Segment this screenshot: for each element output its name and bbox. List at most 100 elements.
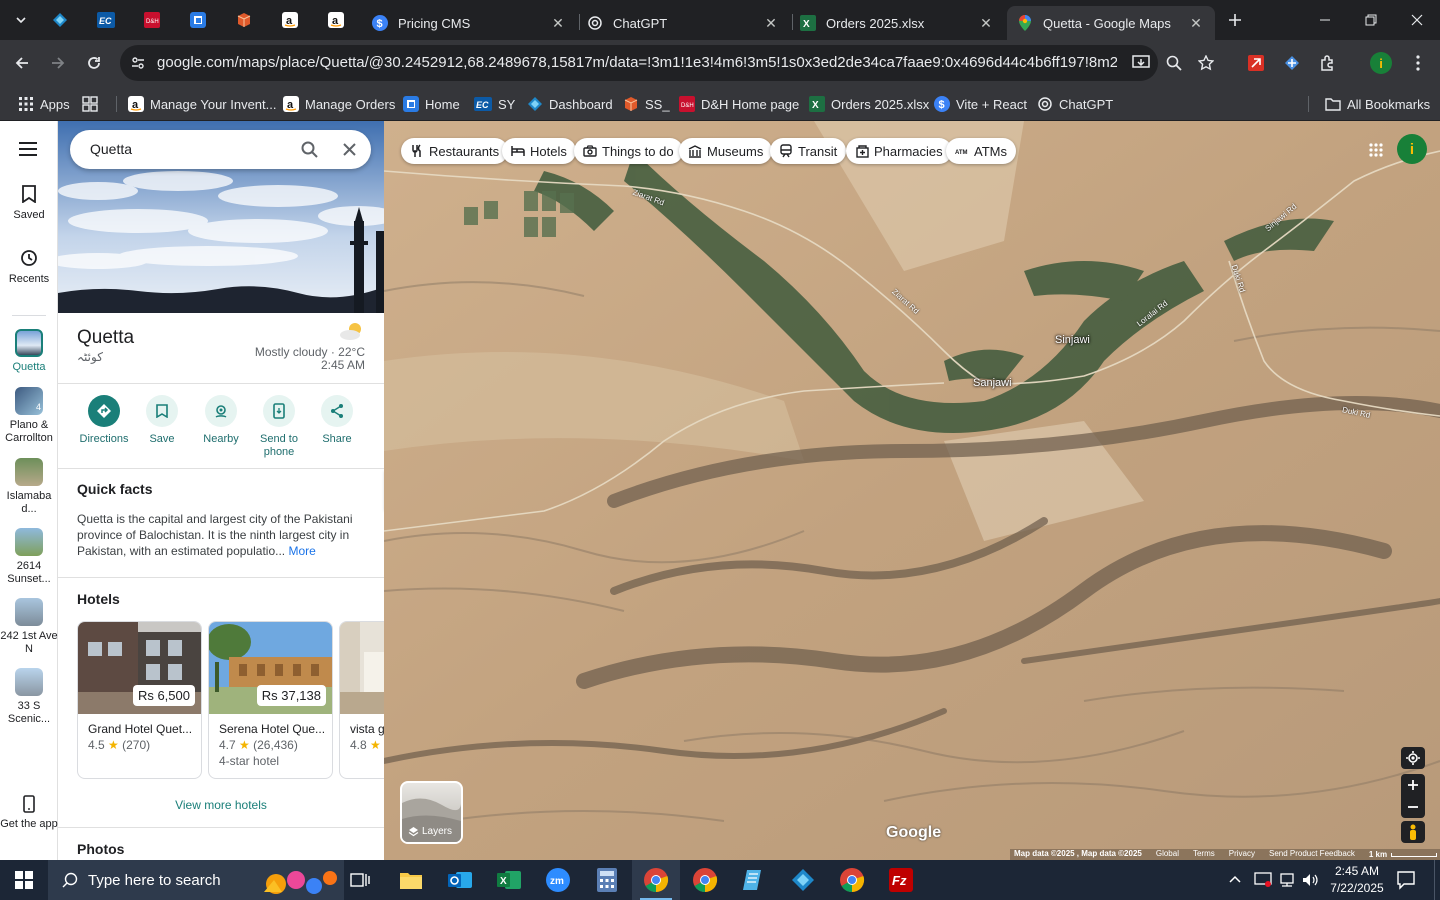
close-tab-icon[interactable]: ✕ [1187, 14, 1205, 32]
pinned-tab-7[interactable]: a [319, 6, 353, 34]
more-link[interactable]: More [288, 544, 315, 558]
chrome-profile-button[interactable] [681, 860, 729, 900]
my-location-button[interactable] [1401, 747, 1425, 769]
terms-link[interactable]: Terms [1193, 849, 1215, 860]
volume-tray-icon[interactable] [1302, 872, 1320, 888]
new-tab-button[interactable] [1218, 6, 1252, 34]
chip-atms[interactable]: ATM ATMs [946, 138, 1016, 164]
rail-item-33-s-scenic[interactable]: 33 S Scenic... [0, 668, 58, 726]
clear-search-icon[interactable] [343, 143, 356, 156]
street-view-pegman[interactable] [1401, 821, 1425, 843]
url-text[interactable]: google.com/maps/place/Quetta/@30.2452912… [157, 54, 1117, 71]
extension-red-button[interactable] [1241, 48, 1271, 78]
chrome-menu-button[interactable] [1403, 48, 1433, 78]
recents-button[interactable]: Recents [0, 249, 58, 286]
bookmark-ss[interactable]: SS_ [623, 92, 670, 116]
tab-google-maps[interactable]: Quetta - Google Maps ✕ [1007, 6, 1215, 40]
file-explorer-button[interactable] [387, 860, 435, 900]
task-view-button[interactable] [336, 860, 384, 900]
place-label-sanjawi[interactable]: Sanjawi [973, 377, 1012, 389]
close-tab-icon[interactable]: ✕ [977, 14, 995, 32]
bookmark-manage-inventory[interactable]: a Manage Your Invent... [128, 92, 276, 116]
hotel-card[interactable]: vista g 4.8 ★ [339, 621, 384, 779]
bookmark-apps[interactable]: Apps [18, 92, 70, 116]
bookmark-orders-xlsx[interactable]: X Orders 2025.xlsx [809, 92, 929, 116]
bookmark-tab-groups[interactable] [82, 92, 104, 116]
saved-button[interactable]: Saved [0, 185, 58, 222]
address-bar[interactable]: google.com/maps/place/Quetta/@30.2452912… [120, 45, 1158, 81]
pinned-tab-6[interactable]: a [273, 6, 307, 34]
notepad-button[interactable] [730, 860, 778, 900]
bookmark-home[interactable]: Home [403, 92, 460, 116]
google-apps-button[interactable] [1364, 138, 1388, 162]
zoom-in-button[interactable] [1401, 774, 1425, 796]
chip-pharmacies[interactable]: Pharmacies [846, 138, 952, 164]
privacy-link[interactable]: Privacy [1229, 849, 1255, 860]
filezilla-button[interactable]: Fz [877, 860, 925, 900]
chip-hotels[interactable]: Hotels [502, 138, 576, 164]
back-button[interactable] [7, 48, 37, 78]
outlook-button[interactable] [436, 860, 484, 900]
forward-button[interactable] [43, 48, 73, 78]
bookmark-star-button[interactable] [1191, 48, 1221, 78]
chrome-profile-2-button[interactable] [828, 860, 876, 900]
tab-chatgpt[interactable]: ChatGPT ✕ [577, 6, 790, 40]
bookmark-vite-react[interactable]: $ Vite + React [934, 92, 1027, 116]
tab-orders-xlsx[interactable]: X Orders 2025.xlsx ✕ [790, 6, 1005, 40]
map-canvas[interactable]: Restaurants Hotels Things to do Museums … [384, 121, 1440, 860]
directions-button[interactable]: Directions [75, 395, 133, 446]
hotel-card[interactable]: Rs 6,500 Grand Hotel Quet... 4.5 ★ (270) [77, 621, 202, 779]
tab-pricing-cms[interactable]: $ Pricing CMS ✕ [362, 6, 577, 40]
get-the-app-button[interactable]: Get the app [0, 795, 58, 831]
network-tray-icon[interactable] [1278, 872, 1296, 888]
profile-button[interactable]: i [1366, 48, 1396, 78]
zoom-button[interactable] [1159, 48, 1189, 78]
scale-bar[interactable]: 1 km [1369, 849, 1438, 860]
rail-item-sunset[interactable]: 2614 Sunset... [0, 528, 58, 586]
extension-blue-button[interactable] [1277, 48, 1307, 78]
pinned-tab-4[interactable] [181, 6, 215, 34]
excel-button[interactable]: X [485, 860, 533, 900]
app-diamond-button[interactable] [779, 860, 827, 900]
pinned-tab-1[interactable] [43, 6, 77, 34]
minimize-button[interactable] [1302, 0, 1348, 40]
pinned-tab-5[interactable] [227, 6, 261, 34]
bookmark-manage-orders[interactable]: a Manage Orders [283, 92, 395, 116]
nearby-button[interactable]: Nearby [192, 395, 250, 446]
zoom-app-button[interactable]: zm [534, 860, 582, 900]
search-icon[interactable] [301, 141, 318, 158]
pinned-tab-2[interactable]: EC [89, 6, 123, 34]
save-place-button[interactable]: Save [133, 395, 191, 446]
account-avatar[interactable]: i [1397, 134, 1427, 164]
search-box[interactable]: Quetta [70, 130, 371, 169]
rail-item-plano[interactable]: 4 Plano & Carrollton [0, 387, 58, 445]
hotel-card[interactable]: Rs 37,138 Serena Hotel Que... 4.7 ★ (26,… [208, 621, 333, 779]
rail-item-islamabad[interactable]: Islamaba d... [0, 458, 58, 516]
chip-things-to-do[interactable]: Things to do [574, 138, 683, 164]
bookmark-dashboard[interactable]: Dashboard [527, 92, 613, 116]
show-hidden-icons-button[interactable] [1228, 872, 1242, 886]
all-bookmarks-folder[interactable]: All Bookmarks [1325, 92, 1430, 116]
chrome-button-active[interactable] [632, 860, 680, 900]
feedback-link[interactable]: Send Product Feedback [1269, 849, 1355, 860]
send-to-phone-button[interactable]: Send to phone [250, 395, 308, 459]
close-window-button[interactable] [1394, 0, 1440, 40]
rail-item-quetta[interactable]: Quetta [0, 329, 58, 374]
view-more-hotels-link[interactable]: View more hotels [58, 798, 384, 812]
rail-item-242-1st-ave[interactable]: 242 1st Ave N [0, 598, 58, 656]
restore-button[interactable] [1348, 0, 1394, 40]
place-label-sinjawi[interactable]: Sinjawi [1055, 334, 1090, 346]
global-link[interactable]: Global [1156, 849, 1179, 860]
pinned-tab-3[interactable]: D&H [135, 6, 169, 34]
site-info-icon[interactable] [130, 55, 146, 71]
calculator-button[interactable] [583, 860, 631, 900]
zoom-out-button[interactable] [1401, 796, 1425, 818]
menu-button[interactable] [19, 142, 37, 156]
chip-restaurants[interactable]: Restaurants [401, 138, 509, 164]
start-button[interactable] [0, 860, 48, 900]
close-tab-icon[interactable]: ✕ [762, 14, 780, 32]
search-input[interactable]: Quetta [90, 141, 132, 157]
bookmark-sy[interactable]: EC SY [474, 92, 515, 116]
layers-button[interactable]: Layers [400, 781, 463, 844]
show-desktop-strip[interactable] [1434, 860, 1440, 900]
